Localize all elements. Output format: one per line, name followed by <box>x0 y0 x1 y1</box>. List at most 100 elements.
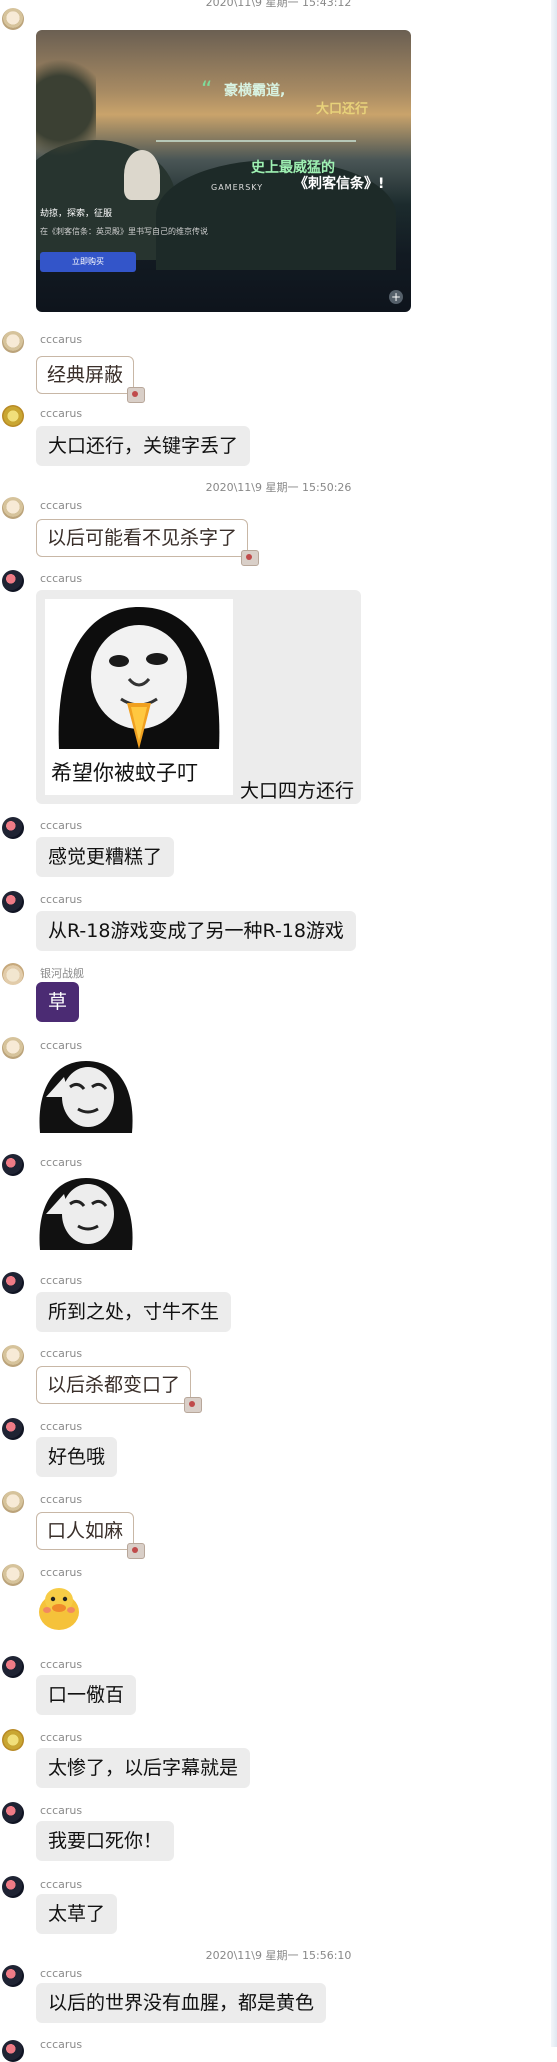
message-text: 口一儆百 <box>48 1684 125 1706</box>
user-avatar[interactable] <box>2 1876 24 1898</box>
message-text: 大口还行，关键字丢了 <box>48 435 239 457</box>
game-caption-2: 在《刺客信条：英灵殿》里书写自己的维京传说 <box>40 227 208 236</box>
message-bubble[interactable]: 太草了 <box>36 1894 118 1934</box>
message-bubble[interactable]: 太惨了，以后字幕就是 <box>36 1748 251 1788</box>
message-bubble[interactable]: 大口还行，关键字丢了 <box>36 426 251 466</box>
message-text: 经典屏蔽 <box>47 364 124 386</box>
message: cccarus 以后的世界没有血腥，都是黄色 <box>0 1965 540 2031</box>
buy-now-button[interactable]: 立即购买 <box>40 252 136 272</box>
user-avatar[interactable] <box>2 570 24 592</box>
message-bubble[interactable]: 以后的世界没有血腥，都是黄色 <box>36 1983 327 2023</box>
message-text: 所到之处，寸牛不生 <box>48 1301 220 1323</box>
user-avatar[interactable] <box>2 331 24 353</box>
user-avatar[interactable] <box>2 2040 24 2062</box>
sender-name: cccarus <box>40 1274 83 1287</box>
message: cccarus 经典屏蔽 <box>0 331 540 403</box>
sender-name: cccarus <box>40 1420 83 1433</box>
user-avatar[interactable] <box>2 497 24 519</box>
message: cccarus 以后可能看不见杀字了 <box>0 497 540 566</box>
sender-name: cccarus <box>40 1493 83 1506</box>
message-text: 以后杀都变口了 <box>47 1374 181 1396</box>
message-text: 以后的世界没有血腥，都是黄色 <box>48 1992 315 2014</box>
message-bubble[interactable]: 所到之处，寸牛不生 <box>36 1292 232 1332</box>
sender-name: cccarus <box>40 2038 83 2051</box>
message: cccarus <box>0 2036 540 2062</box>
sender-name: cccarus <box>40 1878 83 1891</box>
message-bubble[interactable]: 从R-18游戏变成了另一种R-18游戏 <box>36 911 356 951</box>
user-avatar[interactable] <box>2 963 24 985</box>
divider <box>156 140 356 142</box>
message-emoji: cccarus <box>0 1564 540 1640</box>
sender-name: cccarus <box>40 1566 83 1579</box>
message-sticker: cccarus <box>0 1037 540 1147</box>
message: cccarus 口人如麻 <box>0 1491 540 1559</box>
message: cccarus 好色哦 <box>0 1418 540 1484</box>
timestamp: 2020\11\9 星期一 15:56:10 <box>205 1949 352 1962</box>
user-avatar[interactable] <box>2 1656 24 1678</box>
user-avatar[interactable] <box>2 1802 24 1824</box>
sender-name: cccarus <box>40 499 83 512</box>
message: 银河战舰 草 <box>0 963 540 1029</box>
message-bubble[interactable]: 以后杀都变口了 <box>36 1366 203 1413</box>
sticker-badge-icon <box>127 387 146 403</box>
plus-icon[interactable]: + <box>389 290 403 304</box>
meme-image[interactable]: 希望你被蚊子叮 <box>45 599 233 795</box>
message: cccarus 从R-18游戏变成了另一种R-18游戏 <box>0 891 540 957</box>
sender-name: cccarus <box>40 333 83 346</box>
window-edge <box>551 0 557 2047</box>
user-avatar[interactable] <box>2 1037 24 1059</box>
user-avatar[interactable] <box>2 891 24 913</box>
user-avatar[interactable] <box>2 1418 24 1440</box>
user-avatar[interactable] <box>2 8 24 30</box>
game-headline-4: 《刺客信条》! <box>294 176 385 192</box>
message-bubble[interactable]: 草 <box>36 982 80 1022</box>
message-text: 草 <box>48 991 68 1013</box>
sender-name: cccarus <box>40 1658 83 1671</box>
sticker-badge-icon <box>184 1397 203 1413</box>
message-bubble[interactable]: 好色哦 <box>36 1437 118 1477</box>
sender-name: cccarus <box>40 1347 83 1360</box>
user-avatar[interactable] <box>2 1272 24 1294</box>
duck-emoji-icon[interactable] <box>36 1586 82 1632</box>
sticker-badge-icon <box>127 1543 146 1559</box>
message: cccarus 太惨了，以后字幕就是 <box>0 1729 540 1795</box>
message-text: 太草了 <box>48 1903 106 1925</box>
meme-card[interactable]: 希望你被蚊子叮 大口四方还行 <box>36 590 361 804</box>
message-text: 感觉更糟糕了 <box>48 846 163 868</box>
game-headline-2: 大口还行 <box>316 102 369 117</box>
message-text: 口人如麻 <box>47 1520 124 1542</box>
message: cccarus 以后杀都变口了 <box>0 1345 540 1413</box>
user-avatar[interactable] <box>2 1345 24 1367</box>
user-avatar[interactable] <box>2 1491 24 1513</box>
sender-name: cccarus <box>40 1731 83 1744</box>
sender-name: cccarus <box>40 1156 83 1169</box>
user-avatar[interactable] <box>2 817 24 839</box>
user-avatar[interactable] <box>2 1729 24 1751</box>
message-text: 好色哦 <box>48 1446 106 1468</box>
meme-sticker[interactable] <box>36 1057 136 1133</box>
message-text: 太惨了，以后字幕就是 <box>48 1757 239 1779</box>
sender-name: cccarus <box>40 1967 83 1980</box>
message-bubble[interactable]: 感觉更糟糕了 <box>36 837 175 877</box>
game-headline-1: 豪横霸道, <box>224 83 286 99</box>
message: cccarus 感觉更糟糕了 <box>0 817 540 883</box>
game-ad-image[interactable]: “ 豪横霸道, 大口还行 史上最威猛的 《刺客信条》! GAMERSKY 劫掠，… <box>36 30 411 312</box>
sticker-badge-icon <box>241 550 260 566</box>
user-avatar[interactable] <box>2 1564 24 1586</box>
sender-name: cccarus <box>40 1804 83 1817</box>
user-avatar[interactable] <box>2 1965 24 1987</box>
sender-name: cccarus <box>40 407 83 420</box>
sender-name: cccarus <box>40 819 83 832</box>
message-bubble[interactable]: 以后可能看不见杀字了 <box>36 519 260 566</box>
user-avatar[interactable] <box>2 1154 24 1176</box>
meme-sticker[interactable] <box>36 1174 136 1250</box>
message-game-banner: “ 豪横霸道, 大口还行 史上最威猛的 《刺客信条》! GAMERSKY 劫掠，… <box>0 0 540 320</box>
message-bubble[interactable]: 口人如麻 <box>36 1512 146 1559</box>
game-caption-1: 劫掠，探索，征服 <box>40 209 113 219</box>
message-bubble[interactable]: 经典屏蔽 <box>36 356 146 403</box>
message-text: 以后可能看不见杀字了 <box>47 527 238 549</box>
message-bubble[interactable]: 我要口死你！ <box>36 1821 175 1861</box>
message-bubble[interactable]: 口一儆百 <box>36 1675 137 1715</box>
user-avatar[interactable] <box>2 405 24 427</box>
timestamp: 2020\11\9 星期一 15:50:26 <box>205 481 352 494</box>
